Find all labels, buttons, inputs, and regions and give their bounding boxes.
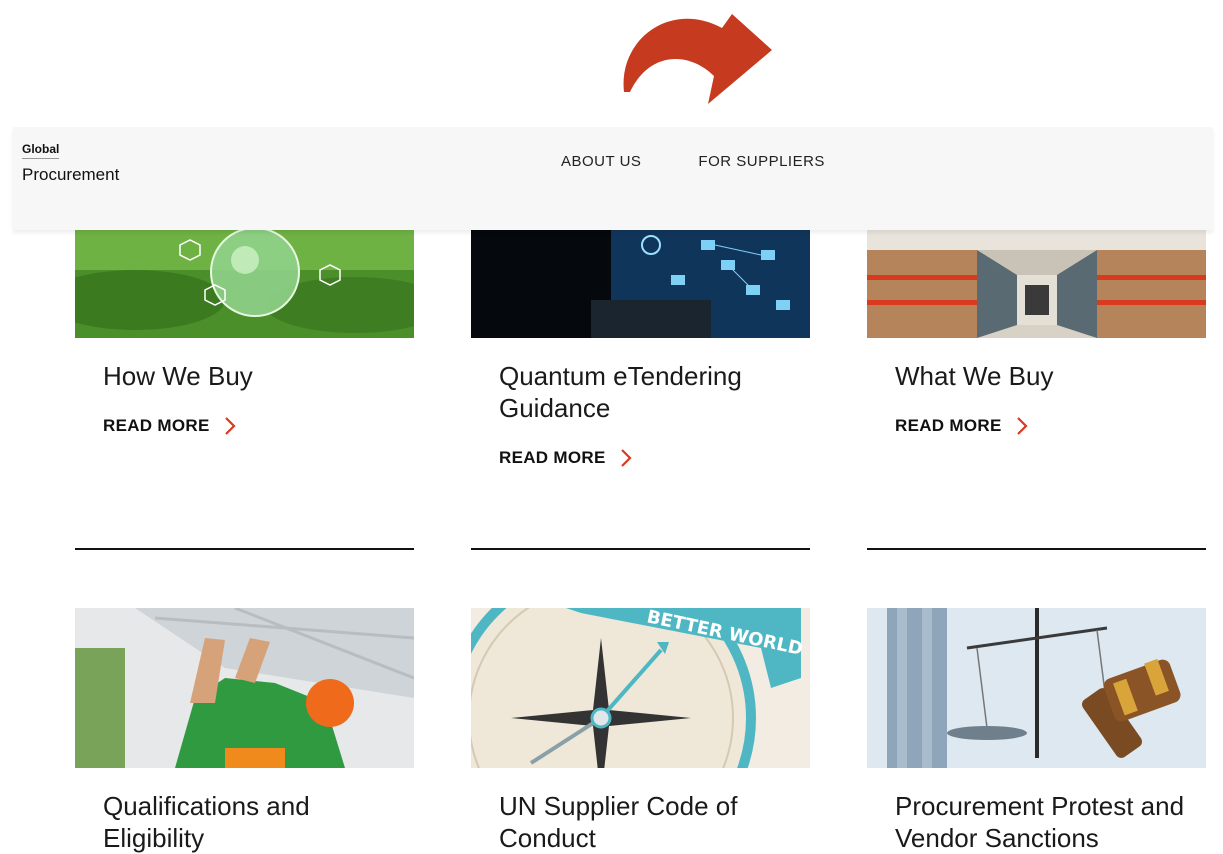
card-divider [471, 548, 810, 550]
card-quantum-etendering: Quantum eTendering Guidance READ MORE [471, 230, 810, 468]
main-nav: ABOUT US FOR SUPPLIERS [561, 153, 825, 170]
card-image-laptop-network[interactable] [471, 230, 810, 338]
card-image-scales-gavel[interactable] [867, 608, 1206, 768]
brand-logo[interactable]: Global Procurement [22, 140, 119, 185]
card-what-we-buy: What We Buy READ MORE [867, 230, 1206, 436]
card-divider [75, 548, 414, 550]
read-more-label: READ MORE [895, 416, 1002, 435]
nav-for-suppliers[interactable]: FOR SUPPLIERS [698, 153, 825, 170]
brand-title-bottom: Procurement [22, 165, 120, 184]
card-title[interactable]: How We Buy [103, 360, 403, 392]
chevron-right-icon [620, 449, 632, 467]
read-more-link[interactable]: READ MORE [895, 416, 1206, 436]
card-divider [867, 548, 1206, 550]
card-title[interactable]: What We Buy [895, 360, 1195, 392]
card-image-worker-solar[interactable] [75, 608, 414, 768]
brand-title-top: Global [22, 142, 60, 159]
card-title[interactable]: UN Supplier Code of Conduct [499, 790, 799, 854]
card-un-supplier-code: BETTER WORLD UN Supplier Code of Conduct [471, 608, 810, 854]
chevron-right-icon [1016, 417, 1028, 435]
card-image-green-globe[interactable] [75, 230, 414, 338]
curved-arrow-icon [623, 14, 772, 104]
nav-about-us[interactable]: ABOUT US [561, 153, 641, 170]
card-qualifications: Qualifications and Eligibility [75, 608, 414, 854]
site-header: Global Procurement ABOUT US FOR SUPPLIER… [13, 127, 1213, 230]
read-more-label: READ MORE [103, 416, 210, 435]
card-image-compass[interactable]: BETTER WORLD [471, 608, 810, 768]
read-more-link[interactable]: READ MORE [499, 448, 810, 468]
card-image-warehouse[interactable] [867, 230, 1206, 338]
card-title[interactable]: Quantum eTendering Guidance [499, 360, 799, 424]
read-more-label: READ MORE [499, 448, 606, 467]
chevron-right-icon [224, 417, 236, 435]
read-more-link[interactable]: READ MORE [103, 416, 414, 436]
card-title[interactable]: Qualifications and Eligibility [103, 790, 403, 854]
card-procurement-protest: Procurement Protest and Vendor Sanctions [867, 608, 1206, 854]
card-how-we-buy: How We Buy READ MORE [75, 230, 414, 436]
card-title[interactable]: Procurement Protest and Vendor Sanctions [895, 790, 1195, 854]
